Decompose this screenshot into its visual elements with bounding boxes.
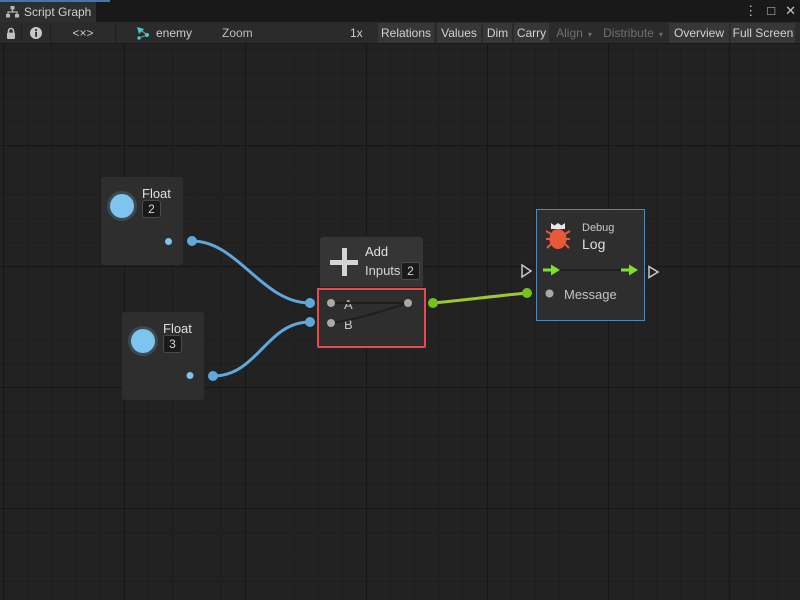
overview-button[interactable]: Overview [669,23,729,43]
info-icon [29,26,43,40]
button-label: Full Screen [733,26,794,40]
carry-toggle[interactable]: Carry [514,23,549,43]
float-value-input[interactable]: 2 [142,200,161,218]
node-title: Float [142,186,171,201]
graph-hierarchy-icon [6,6,19,18]
maximize-icon[interactable]: □ [767,0,775,22]
float-type-icon [131,329,155,353]
toolbar-separator [115,23,116,43]
dim-toggle[interactable]: Dim [483,23,512,43]
node-title: Log [582,236,605,252]
tab-bar: Script Graph ⋮ □ ✕ [0,0,800,22]
chevron-down-icon: ▾ [659,30,663,39]
zoom-label: Zoom [222,23,253,43]
window-controls: ⋮ □ ✕ [744,0,796,22]
float-node-2[interactable]: Float 3 [122,312,204,400]
button-label: Align [556,26,583,40]
graph-toolbar: <×> enemy Zoom 1x Relations Values Dim C… [0,22,800,44]
lock-icon [5,27,17,40]
distribute-dropdown[interactable]: Distribute ▾ [599,23,667,43]
message-port-label: Message [564,287,617,302]
script-graph-asset-icon [136,26,150,40]
node-title: Float [163,321,192,336]
float-type-icon [110,194,134,218]
debug-log-node[interactable]: Debug Log Message [536,209,645,321]
full-screen-button[interactable]: Full Screen [731,23,795,43]
code-view-button[interactable]: <×> [51,23,115,43]
inputs-label: Inputs [365,263,400,278]
breadcrumb[interactable]: enemy [136,23,206,43]
button-label: Dim [487,26,508,40]
close-icon[interactable]: ✕ [785,0,796,22]
add-node-header[interactable]: Add Inputs 2 [320,237,423,287]
window-menu-icon[interactable]: ⋮ [744,0,757,22]
button-label: Distribute [603,26,654,40]
plus-icon [330,248,358,276]
script-graph-window: Script Graph ⋮ □ ✕ <×> [0,0,800,600]
tab-script-graph[interactable]: Script Graph [0,2,96,22]
float-node-1[interactable]: Float 2 [101,177,183,265]
button-label: Relations [381,26,431,40]
zoom-level: 1x [350,23,363,43]
inputs-count-input[interactable]: 2 [401,262,420,280]
info-button[interactable] [22,23,50,43]
button-label: Carry [517,26,546,40]
node-title: Add [365,244,388,259]
port-b-label: B [344,317,353,332]
float-value-input[interactable]: 3 [163,335,182,353]
values-toggle[interactable]: Values [437,23,481,43]
lock-button[interactable] [0,23,21,43]
button-label: Overview [674,26,724,40]
button-label: Values [441,26,477,40]
bug-icon [545,220,571,252]
code-icon: <×> [72,26,93,40]
align-dropdown[interactable]: Align ▾ [551,23,597,43]
chevron-down-icon: ▾ [588,30,592,39]
node-category: Debug [582,222,614,234]
port-a-label: A [344,297,353,312]
tab-title: Script Graph [24,5,91,19]
breadcrumb-label: enemy [156,26,192,40]
add-node-body-highlighted[interactable]: A B [317,288,426,348]
relations-toggle[interactable]: Relations [378,23,434,43]
